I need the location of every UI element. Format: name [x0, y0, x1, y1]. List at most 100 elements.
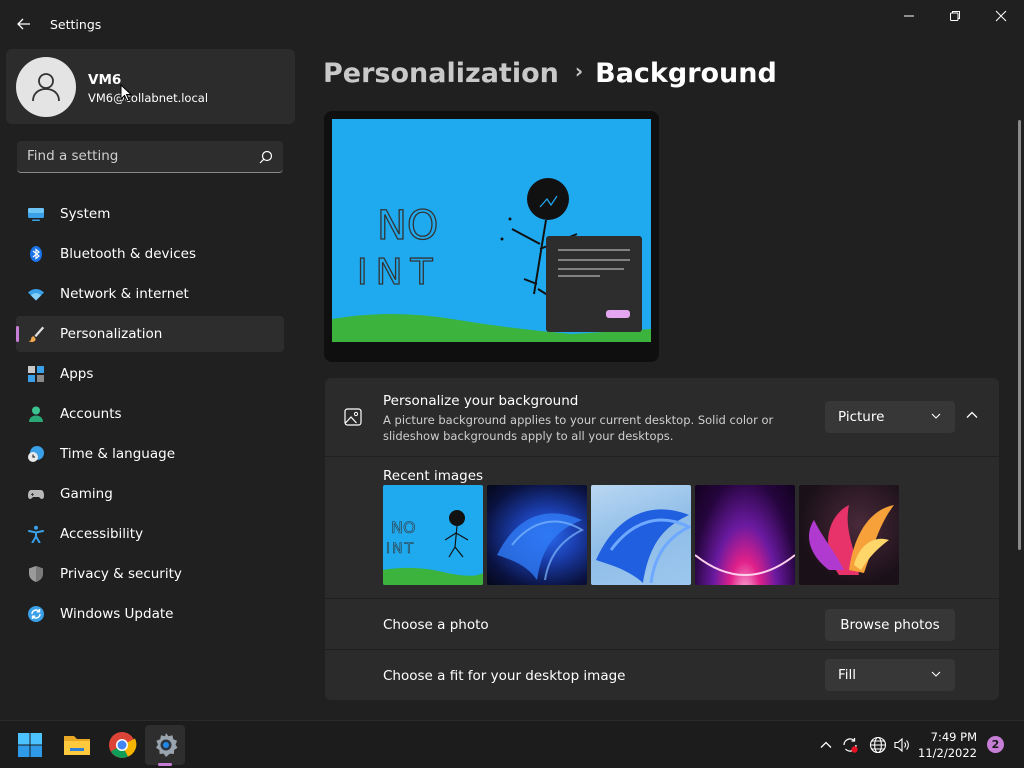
clock-date[interactable]: 11/2/2022: [917, 746, 977, 760]
search-icon: [259, 150, 273, 164]
app-title: Settings: [50, 17, 102, 32]
recent-image-thumbnail[interactable]: [487, 485, 587, 585]
accessibility-icon: [28, 525, 44, 543]
restore-button[interactable]: [932, 4, 978, 28]
sidebar-item-apps[interactable]: Apps: [16, 356, 284, 392]
chrome-icon[interactable]: [107, 730, 137, 760]
handwriting-line1: NO: [377, 203, 438, 249]
show-hidden-icons-chevron-icon[interactable]: [817, 736, 835, 754]
breadcrumb-separator: ›: [574, 59, 584, 83]
user-email: VM6@collabnet.local: [88, 91, 209, 105]
breadcrumb-parent[interactable]: Personalization: [323, 58, 559, 89]
update-icon: [28, 606, 44, 622]
recent-images-row: Recent images NO INT: [325, 457, 999, 598]
file-explorer-icon[interactable]: [62, 731, 92, 759]
fit-dropdown[interactable]: Fill: [825, 659, 955, 691]
sidebar-item-bluetooth[interactable]: Bluetooth & devices: [16, 236, 284, 272]
background-section-title: Personalize your background: [383, 393, 579, 409]
choose-photo-row: Choose a photo Browse photos: [325, 599, 999, 649]
flower-thumbnail: [809, 505, 894, 575]
recent-image-thumbnail[interactable]: NO INT: [383, 485, 483, 585]
globe-network-icon[interactable]: [869, 736, 887, 754]
sidebar-nav: System Bluetooth & devices Network & int…: [16, 196, 284, 636]
sidebar-item-time-language[interactable]: Time & language: [16, 436, 284, 472]
chevron-down-icon: [931, 671, 941, 677]
recent-image-thumbnail[interactable]: [695, 485, 795, 585]
sidebar-item-label: Accessibility: [60, 526, 144, 542]
back-button[interactable]: [12, 12, 36, 36]
desktop-preview: NO INT: [324, 111, 659, 362]
recent-images-list: NO INT: [383, 485, 899, 585]
sidebar-item-label: Network & internet: [60, 286, 189, 302]
close-button[interactable]: [978, 4, 1024, 28]
brush-icon: [28, 326, 45, 342]
close-icon: [995, 10, 1007, 22]
glow-arc-thumbnail: [695, 554, 795, 576]
user-silhouette-icon: [32, 73, 60, 102]
clock-time[interactable]: 7:49 PM: [925, 730, 977, 744]
scrollbar[interactable]: [1018, 120, 1021, 550]
sidebar-item-label: System: [60, 206, 111, 222]
bloom-dark-thumbnail: [497, 513, 585, 581]
browse-photos-button[interactable]: Browse photos: [825, 609, 955, 641]
chevron-up-icon[interactable]: [965, 408, 979, 422]
sidebar-item-windows-update[interactable]: Windows Update: [16, 596, 284, 632]
background-section-description: A picture background applies to your cur…: [383, 413, 774, 443]
breadcrumb: Personalization › Background: [323, 58, 777, 89]
sidebar-item-personalization[interactable]: Personalization: [16, 316, 284, 352]
back-arrow-icon: [17, 18, 30, 30]
sync-alert-icon[interactable]: [841, 736, 859, 754]
shield-icon: [29, 566, 43, 582]
person-icon: [29, 406, 43, 422]
sidebar-item-label: Privacy & security: [60, 566, 182, 582]
gamepad-icon: [28, 490, 44, 499]
settings-gear-icon[interactable]: [152, 731, 180, 759]
volume-icon[interactable]: [893, 736, 911, 754]
bluetooth-icon: [30, 246, 42, 262]
apps-icon: [28, 366, 44, 382]
fit-value: Fill: [838, 667, 857, 683]
chevron-down-icon: [931, 413, 941, 419]
handwriting-line2: INT: [357, 252, 441, 293]
search-input[interactable]: [27, 148, 247, 164]
search-box[interactable]: [17, 141, 283, 173]
sidebar-item-privacy[interactable]: Privacy & security: [16, 556, 284, 592]
avatar: [16, 57, 76, 117]
sidebar-item-label: Apps: [60, 366, 94, 382]
restore-icon: [950, 11, 960, 21]
background-type-dropdown[interactable]: Picture: [825, 401, 955, 433]
sidebar-item-label: Windows Update: [60, 606, 174, 622]
monitor-icon: [28, 208, 44, 221]
windows-start-icon[interactable]: [17, 732, 43, 758]
sidebar-item-network[interactable]: Network & internet: [16, 276, 284, 312]
page-title: Background: [595, 58, 777, 89]
active-app-indicator: [158, 763, 172, 766]
sidebar-item-label: Bluetooth & devices: [60, 246, 197, 262]
bloom-light-thumbnail: [596, 509, 691, 584]
mouse-cursor-icon: [120, 84, 132, 102]
personalize-background-row: Personalize your background A picture ba…: [325, 378, 999, 456]
stick-figure-thumbnail: NO INT: [383, 485, 483, 585]
sidebar-item-label: Personalization: [60, 326, 163, 342]
image-icon: [344, 408, 362, 426]
sidebar-item-accessibility[interactable]: Accessibility: [16, 516, 284, 552]
sidebar-item-gaming[interactable]: Gaming: [16, 476, 284, 512]
sidebar-item-label: Accounts: [60, 406, 122, 422]
recent-image-thumbnail[interactable]: [799, 485, 899, 585]
recent-image-thumbnail[interactable]: [591, 485, 691, 585]
choose-fit-label: Choose a fit for your desktop image: [383, 668, 626, 684]
wifi-icon: [28, 289, 44, 301]
background-type-value: Picture: [838, 409, 885, 425]
notification-count-badge[interactable]: 2: [987, 736, 1004, 753]
choose-fit-row: Choose a fit for your desktop image Fill: [325, 650, 999, 700]
sidebar-item-system[interactable]: System: [16, 196, 284, 232]
thumbnail-handwriting-line1: NO: [391, 518, 416, 537]
sidebar-item-accounts[interactable]: Accounts: [16, 396, 284, 432]
user-profile-card[interactable]: VM6 VM6@collabnet.local: [6, 49, 295, 124]
user-name: VM6: [88, 72, 122, 88]
title-bar: Settings: [0, 0, 1024, 48]
taskbar: 7:49 PM 11/2/2022 2: [0, 720, 1024, 768]
minimize-button[interactable]: [886, 4, 932, 28]
choose-photo-label: Choose a photo: [383, 617, 489, 633]
preview-window-mockup: [546, 236, 642, 332]
